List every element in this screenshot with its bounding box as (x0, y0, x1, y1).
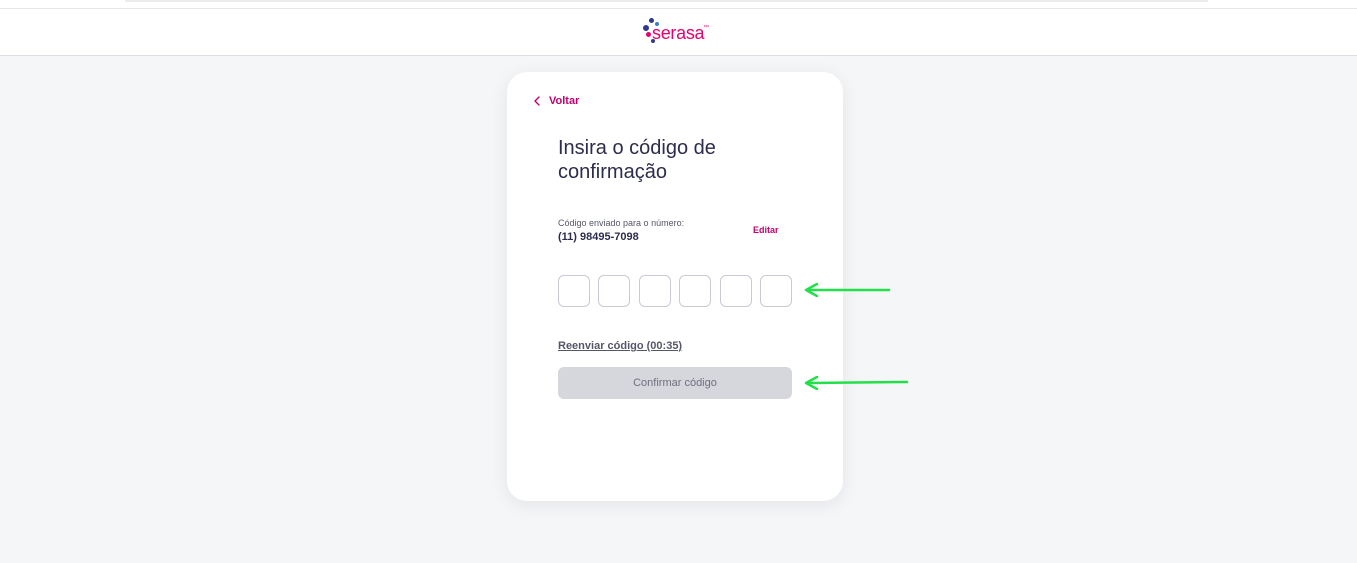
code-digit-4[interactable] (679, 275, 711, 307)
code-digit-1[interactable] (558, 275, 590, 307)
serasa-logo[interactable]: serasa ™ (643, 17, 723, 47)
logo-trademark: ™ (703, 25, 709, 31)
back-label: Voltar (549, 95, 580, 107)
code-input-group (558, 275, 792, 307)
code-digit-2[interactable] (598, 275, 630, 307)
chevron-left-icon (534, 96, 540, 106)
page-header: serasa ™ (0, 8, 1357, 56)
code-digit-5[interactable] (720, 275, 752, 307)
code-digit-6[interactable] (760, 275, 792, 307)
logo-wordmark: serasa (652, 23, 705, 43)
phone-number: (11) 98495-7098 (558, 231, 639, 243)
annotation-arrow-left-icon (804, 283, 891, 297)
edit-phone-link[interactable]: Editar (753, 225, 779, 235)
top-strip (0, 0, 1357, 8)
page-title: Insira o código de confirmação (558, 137, 716, 183)
top-strip-line (125, 0, 1208, 2)
back-link[interactable]: Voltar (533, 94, 579, 108)
verification-card: Voltar Insira o código de confirmação Có… (507, 72, 843, 501)
resend-code-link[interactable]: Reenviar código (00:35) (558, 340, 682, 352)
code-digit-3[interactable] (639, 275, 671, 307)
annotation-arrow-left-icon (804, 376, 909, 390)
sent-to-label: Código enviado para o número: (558, 218, 685, 228)
confirm-code-button[interactable]: Confirmar código (558, 367, 792, 399)
